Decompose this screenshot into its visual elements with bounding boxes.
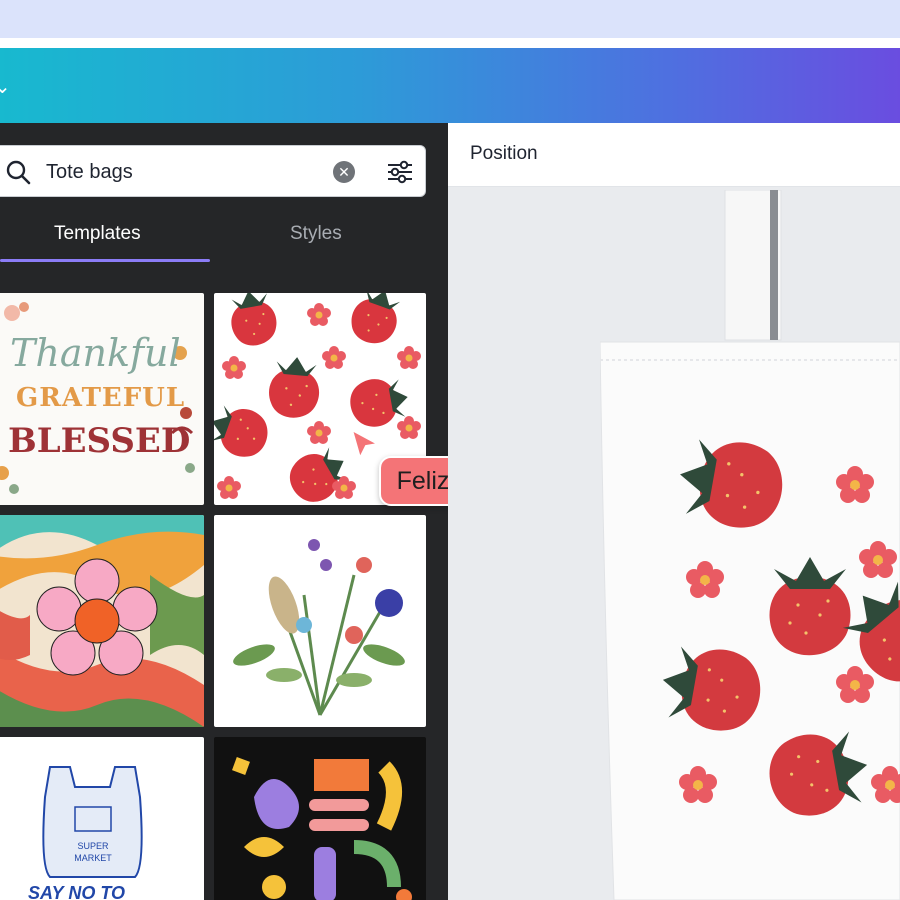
template-text-grateful: GRATEFUL <box>16 383 186 413</box>
side-panel: Tote bags ✕ Templates Styles Thankful GR… <box>0 123 448 900</box>
collaborator-cursor-icon <box>350 427 382 460</box>
template-thumbnail-abstract[interactable] <box>214 737 426 900</box>
template-thumbnail-retro-flower[interactable] <box>0 515 204 727</box>
filter-sliders-icon[interactable] <box>387 159 413 190</box>
top-divider <box>0 38 900 48</box>
chevron-down-icon[interactable]: ⌄ <box>0 74 11 99</box>
clear-icon[interactable]: ✕ <box>333 161 355 183</box>
browser-top-strip <box>0 0 900 38</box>
tote-bag-mockup[interactable] <box>600 190 900 900</box>
tab-styles[interactable]: Styles <box>290 223 342 245</box>
template-text-thankful: Thankful <box>10 331 181 375</box>
active-tab-indicator <box>0 259 210 262</box>
template-thumbnail-bouquet[interactable] <box>214 515 426 727</box>
tab-templates[interactable]: Templates <box>54 223 141 245</box>
template-caption-say-no: SAY NO TO <box>28 883 126 900</box>
bag-text-super: SUPER <box>77 841 109 851</box>
template-thumbnail-say-no[interactable]: SUPER MARKET SAY NO TO <box>0 737 204 900</box>
search-input[interactable]: Tote bags <box>46 161 133 184</box>
search-bar[interactable]: Tote bags ✕ <box>0 145 426 197</box>
template-text-blessed: BLESSED <box>8 421 191 461</box>
tab-bar: Templates Styles <box>0 219 448 263</box>
editor-topbar: ⌄ <box>0 48 900 123</box>
template-thumbnail-thankful[interactable]: Thankful GRATEFUL BLESSED <box>0 293 204 505</box>
editor-toolbar: Position <box>448 123 900 187</box>
search-icon <box>5 159 31 190</box>
bag-text-market: MARKET <box>74 853 112 863</box>
position-button[interactable]: Position <box>470 143 538 165</box>
